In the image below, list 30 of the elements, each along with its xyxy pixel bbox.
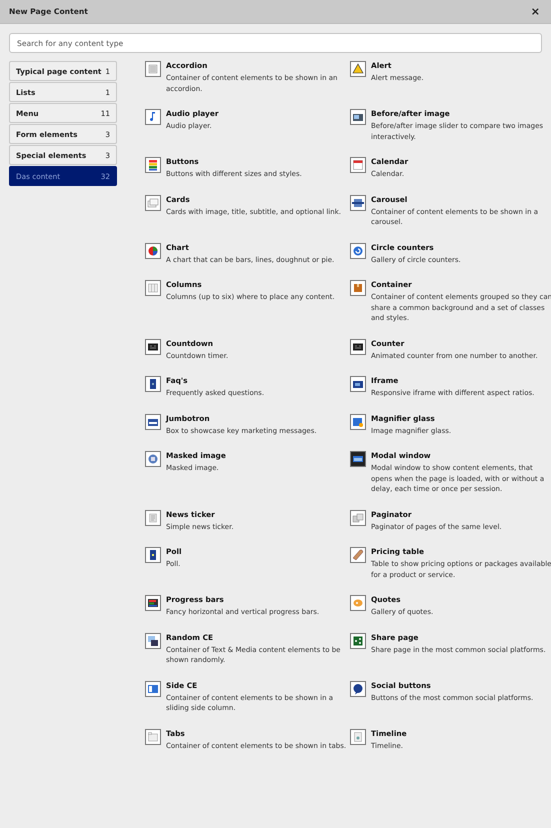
- image-icon[interactable]: [350, 109, 366, 125]
- list-icon[interactable]: [145, 61, 161, 77]
- booklet-icon[interactable]: [145, 376, 161, 392]
- document-icon[interactable]: [145, 510, 161, 526]
- document-icon[interactable]: [350, 728, 366, 744]
- window-icon[interactable]: [350, 451, 366, 467]
- calendar-icon[interactable]: [350, 157, 366, 173]
- tag-icon[interactable]: [350, 547, 366, 563]
- carousel-icon[interactable]: [350, 194, 366, 210]
- share-icon[interactable]: [350, 632, 366, 648]
- bar-chart-icon[interactable]: [145, 595, 161, 611]
- columns-icon[interactable]: [145, 280, 161, 296]
- image-icon[interactable]: [145, 414, 161, 430]
- warning-icon[interactable]: [350, 61, 366, 77]
- display-icon[interactable]: [350, 338, 366, 354]
- speech-bubble-icon[interactable]: [350, 680, 366, 696]
- image-icon[interactable]: [145, 632, 161, 648]
- speech-bubble-icon[interactable]: [350, 595, 366, 611]
- display-icon[interactable]: [145, 338, 161, 354]
- tabs-icon[interactable]: [145, 728, 161, 744]
- image-icon[interactable]: [350, 376, 366, 392]
- pages-icon[interactable]: [350, 510, 366, 526]
- close-button[interactable]: ×: [528, 5, 542, 18]
- pie-chart-icon[interactable]: [145, 242, 161, 258]
- booklet-icon[interactable]: [145, 547, 161, 563]
- sidebar-icon[interactable]: [145, 680, 161, 696]
- cards-icon[interactable]: [145, 194, 161, 210]
- stacked-bars-icon[interactable]: [145, 157, 161, 173]
- music-note-icon[interactable]: [145, 109, 161, 125]
- box-icon[interactable]: [350, 280, 366, 296]
